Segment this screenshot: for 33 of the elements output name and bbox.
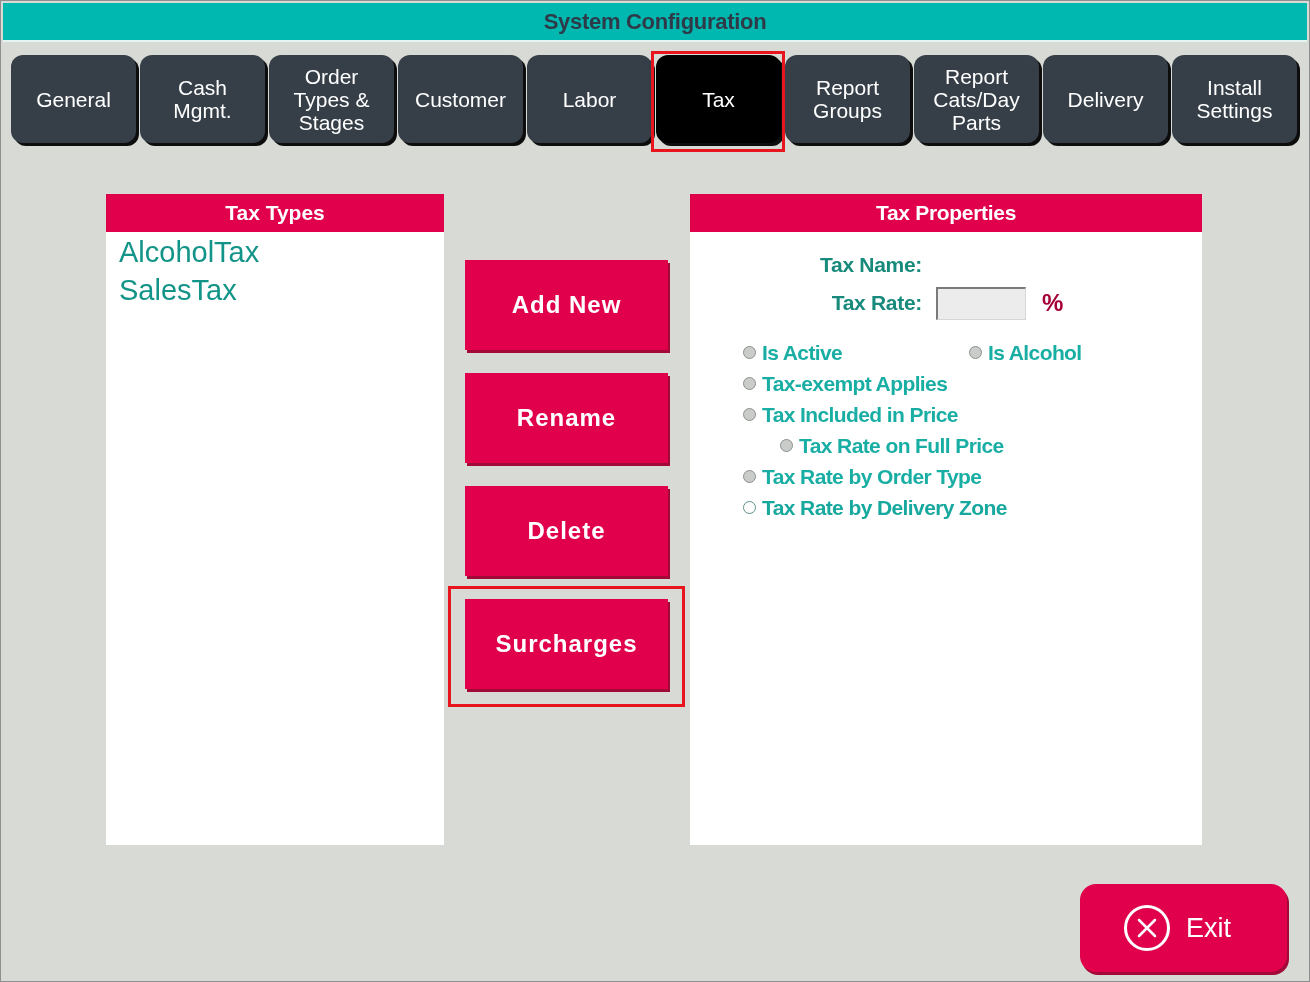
field-label: Tax Name: [820,252,922,279]
tab[interactable]: Labor [527,55,652,143]
field-label: Tax Rate: [831,290,922,317]
unit-label: % [1042,288,1064,318]
option-label: Is Alcohol [988,340,1082,366]
tab[interactable]: Report Groups [785,55,910,143]
option-label: Tax Rate on Full Price [799,433,1004,459]
tab[interactable]: Order Types & Stages [269,55,394,143]
tab[interactable]: Report Cats/Day Parts [914,55,1039,143]
option-label: Tax-exempt Applies [762,371,948,397]
option-label: Is Active [762,340,843,366]
exit-button[interactable]: Exit [1080,884,1287,972]
action-button[interactable]: Rename [465,373,668,463]
panel-title: Tax Properties [875,200,1017,227]
tab[interactable]: Delivery [1043,55,1168,143]
option-label: Tax Included in Price [762,402,958,428]
action-button[interactable]: Delete [465,486,668,576]
tab[interactable]: General [11,55,136,143]
action-button[interactable]: Surcharges [465,599,668,689]
panel-title: Tax Types [225,200,325,227]
list-item[interactable]: SalesTax [118,271,238,309]
option-label: Tax Rate by Order Type [762,464,982,490]
option-label: Tax Rate by Delivery Zone [762,495,1007,521]
tab[interactable]: Install Settings [1172,55,1297,143]
window-title: System Configuration [543,8,767,36]
action-button[interactable]: Add New [465,260,668,350]
tab[interactable]: Cash Mgmt. [140,55,265,143]
input-field[interactable] [936,286,1026,320]
close-icon [1124,905,1170,951]
tab[interactable]: Tax [656,55,781,143]
list-item[interactable]: AlcoholTax [118,233,261,271]
radio-button[interactable] [743,501,756,514]
tab[interactable]: Customer [398,55,523,143]
